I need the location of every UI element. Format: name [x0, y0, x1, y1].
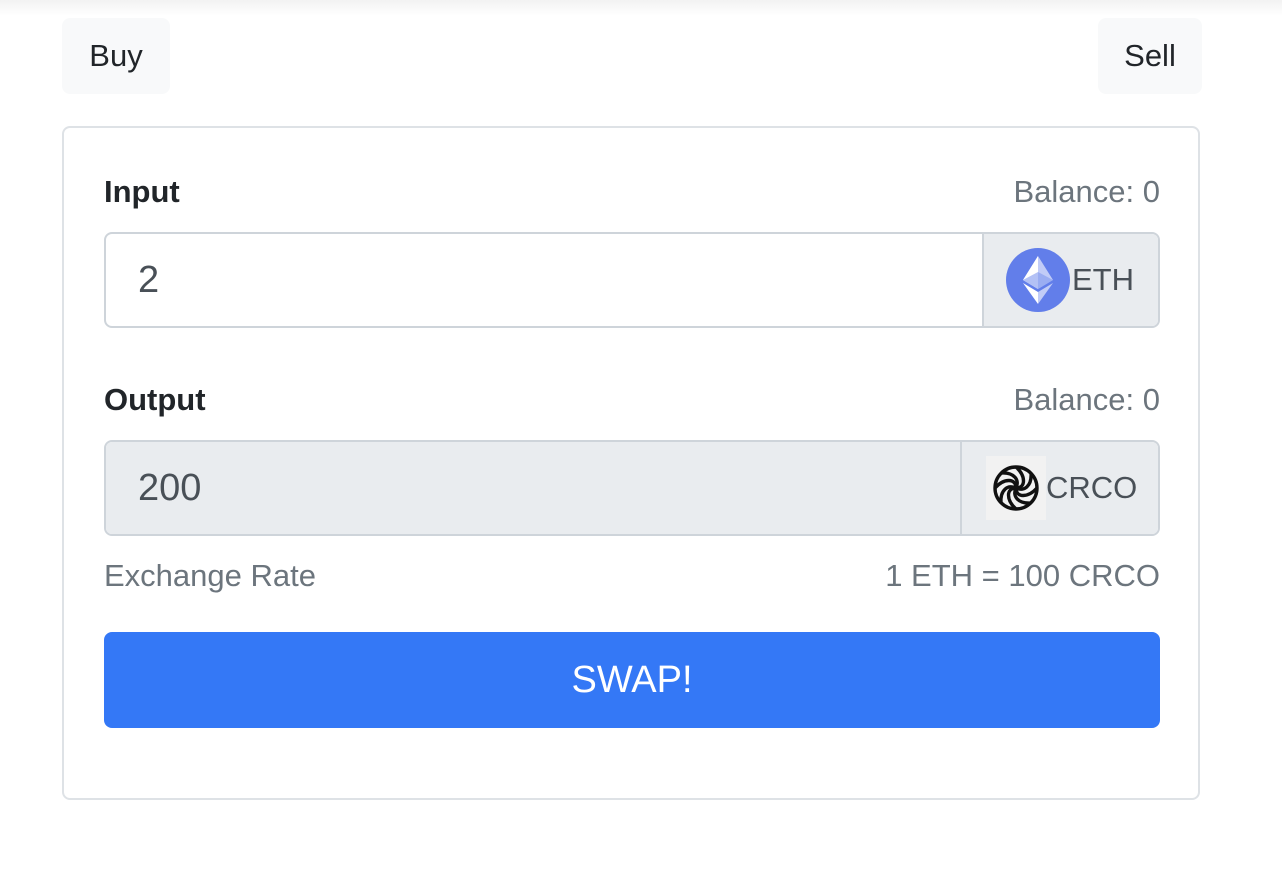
output-amount-group: 200 CRCO: [104, 440, 1160, 536]
exchange-rate-value: 1 ETH = 100 CRCO: [885, 558, 1160, 593]
top-bar-shadow: [0, 0, 1282, 16]
output-token-label: CRCO: [1046, 470, 1138, 505]
output-balance: Balance: 0: [1013, 382, 1161, 417]
ethereum-icon: [1006, 248, 1070, 312]
output-amount-field: 200: [106, 442, 960, 534]
input-token-selector[interactable]: ETH: [982, 234, 1158, 326]
output-token-selector[interactable]: CRCO: [960, 442, 1158, 534]
exchange-rate-label: Exchange Rate: [104, 558, 316, 593]
input-token-label: ETH: [1072, 262, 1134, 297]
crco-logo-icon: [986, 456, 1046, 520]
swap-button[interactable]: SWAP!: [104, 632, 1160, 728]
input-amount-field[interactable]: 2: [106, 234, 982, 326]
buy-tab-button[interactable]: Buy: [62, 18, 170, 94]
input-label: Input: [104, 174, 180, 209]
sell-tab-button[interactable]: Sell: [1098, 18, 1202, 94]
output-label: Output: [104, 382, 206, 417]
input-amount-group: 2 ETH: [104, 232, 1160, 328]
input-balance: Balance: 0: [1013, 174, 1161, 209]
